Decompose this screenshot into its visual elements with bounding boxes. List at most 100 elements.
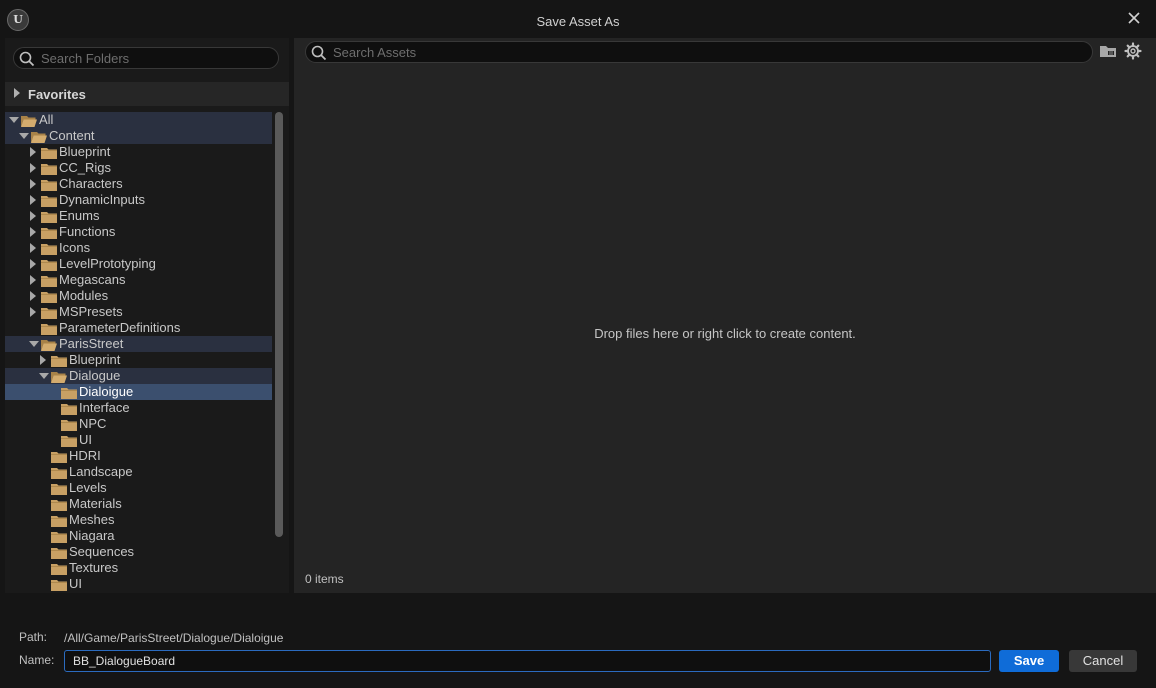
folder-label: Niagara xyxy=(69,528,115,543)
expand-arrow-icon[interactable] xyxy=(30,211,36,221)
folder-tree: All Content Blueprint CC_Rigs Characters Dyna… xyxy=(5,112,272,592)
folder-tree-item[interactable]: Icons xyxy=(5,240,272,256)
folder-tree-item[interactable]: Meshes xyxy=(5,512,272,528)
folder-label: Dialoigue xyxy=(79,384,134,399)
folder-label: Megascans xyxy=(59,272,126,287)
expand-arrow-icon[interactable] xyxy=(30,243,36,253)
folder-icon xyxy=(51,498,67,511)
folder-label: Enums xyxy=(59,208,100,223)
folder-tree-item[interactable]: Blueprint xyxy=(5,144,272,160)
path-label: Path: xyxy=(19,630,48,644)
folder-icon xyxy=(51,514,67,527)
folder-tree-item[interactable]: Enums xyxy=(5,208,272,224)
folder-tree-item[interactable]: All xyxy=(5,112,272,128)
empty-content-message: Drop files here or right click to create… xyxy=(594,326,856,341)
folder-open-icon xyxy=(51,370,67,383)
folder-tree-item[interactable]: Materials xyxy=(5,496,272,512)
folder-open-icon xyxy=(41,338,57,351)
search-folders-input[interactable]: Search Folders xyxy=(13,47,279,69)
collapse-arrow-icon[interactable] xyxy=(19,133,29,139)
folder-icon xyxy=(41,146,57,159)
folder-label: Functions xyxy=(59,224,116,239)
folder-icon xyxy=(41,258,57,271)
folder-tree-item[interactable]: ParameterDefinitions xyxy=(5,320,272,336)
folder-label: NPC xyxy=(79,416,107,431)
collapse-arrow-icon[interactable] xyxy=(9,117,19,123)
search-assets-input[interactable]: Search Assets xyxy=(305,41,1093,63)
folder-open-icon xyxy=(31,130,47,143)
folder-tree-item[interactable]: CC_Rigs xyxy=(5,160,272,176)
tree-scrollbar[interactable] xyxy=(275,112,283,537)
folder-icon xyxy=(41,194,57,207)
folder-label: DynamicInputs xyxy=(59,192,145,207)
folder-icon xyxy=(41,290,57,303)
folder-label: All xyxy=(39,112,54,127)
expand-arrow-icon[interactable] xyxy=(30,179,36,189)
expand-arrow-icon[interactable] xyxy=(30,147,36,157)
folder-icon xyxy=(51,466,67,479)
folder-tree-item[interactable]: UI xyxy=(5,432,272,448)
folder-tree-item[interactable]: NPC xyxy=(5,416,272,432)
folder-options-icon[interactable] xyxy=(1099,43,1117,59)
expand-arrow-icon[interactable] xyxy=(30,275,36,285)
favorites-header[interactable]: Favorites xyxy=(5,82,289,106)
search-assets-placeholder: Search Assets xyxy=(333,45,417,60)
close-icon[interactable] xyxy=(1124,8,1144,28)
folder-tree-item[interactable]: DynamicInputs xyxy=(5,192,272,208)
expand-arrow-icon[interactable] xyxy=(30,195,36,205)
folder-label: Icons xyxy=(59,240,91,255)
expand-arrow-icon[interactable] xyxy=(30,259,36,269)
folder-icon xyxy=(51,530,67,543)
collapse-arrow-icon[interactable] xyxy=(29,341,39,347)
search-icon xyxy=(311,45,327,61)
folder-tree-item[interactable]: Content xyxy=(5,128,272,144)
folder-tree-item[interactable]: Modules xyxy=(5,288,272,304)
cancel-button[interactable]: Cancel xyxy=(1069,650,1137,672)
folder-icon xyxy=(51,562,67,575)
collapse-arrow-icon[interactable] xyxy=(39,373,49,379)
folder-tree-item[interactable]: Sequences xyxy=(5,544,272,560)
folder-label: ParameterDefinitions xyxy=(59,320,181,335)
search-folders-placeholder: Search Folders xyxy=(41,51,130,66)
folder-label: Landscape xyxy=(69,464,133,479)
folder-icon xyxy=(41,162,57,175)
folder-tree-item[interactable]: Megascans xyxy=(5,272,272,288)
expand-arrow-icon[interactable] xyxy=(30,227,36,237)
folder-label: Content xyxy=(49,128,95,143)
folder-label: Levels xyxy=(69,480,107,495)
window-title: Save Asset As xyxy=(536,14,620,29)
folder-label: CC_Rigs xyxy=(59,160,112,175)
folder-tree-item[interactable]: ParisStreet xyxy=(5,336,272,352)
save-button[interactable]: Save xyxy=(999,650,1059,672)
folder-tree-item[interactable]: Niagara xyxy=(5,528,272,544)
folder-label: HDRI xyxy=(69,448,101,463)
settings-gear-icon[interactable] xyxy=(1124,42,1142,60)
folder-tree-item[interactable]: Textures xyxy=(5,560,272,576)
folder-tree-item[interactable]: UI xyxy=(5,576,272,592)
expand-arrow-icon[interactable] xyxy=(14,88,20,98)
expand-arrow-icon[interactable] xyxy=(30,307,36,317)
folder-icon xyxy=(61,434,77,447)
expand-arrow-icon[interactable] xyxy=(40,355,46,365)
asset-name-input[interactable] xyxy=(64,650,991,672)
folder-icon xyxy=(51,578,67,591)
folder-tree-item[interactable]: Dialoigue xyxy=(5,384,272,400)
folder-icon xyxy=(41,322,57,335)
folder-label: Textures xyxy=(69,560,119,575)
folder-tree-item[interactable]: Interface xyxy=(5,400,272,416)
expand-arrow-icon[interactable] xyxy=(30,291,36,301)
folder-tree-item[interactable]: Characters xyxy=(5,176,272,192)
folder-tree-item[interactable]: Functions xyxy=(5,224,272,240)
folder-label: UI xyxy=(79,432,92,447)
folder-tree-item[interactable]: Landscape xyxy=(5,464,272,480)
folder-tree-item[interactable]: HDRI xyxy=(5,448,272,464)
folder-tree-item[interactable]: LevelPrototyping xyxy=(5,256,272,272)
folder-tree-item[interactable]: Levels xyxy=(5,480,272,496)
expand-arrow-icon[interactable] xyxy=(30,163,36,173)
folder-label: Modules xyxy=(59,288,109,303)
folder-tree-item[interactable]: Blueprint xyxy=(5,352,272,368)
assets-panel[interactable] xyxy=(294,38,1156,593)
folder-icon xyxy=(51,450,67,463)
folder-tree-item[interactable]: Dialogue xyxy=(5,368,272,384)
folder-tree-item[interactable]: MSPresets xyxy=(5,304,272,320)
